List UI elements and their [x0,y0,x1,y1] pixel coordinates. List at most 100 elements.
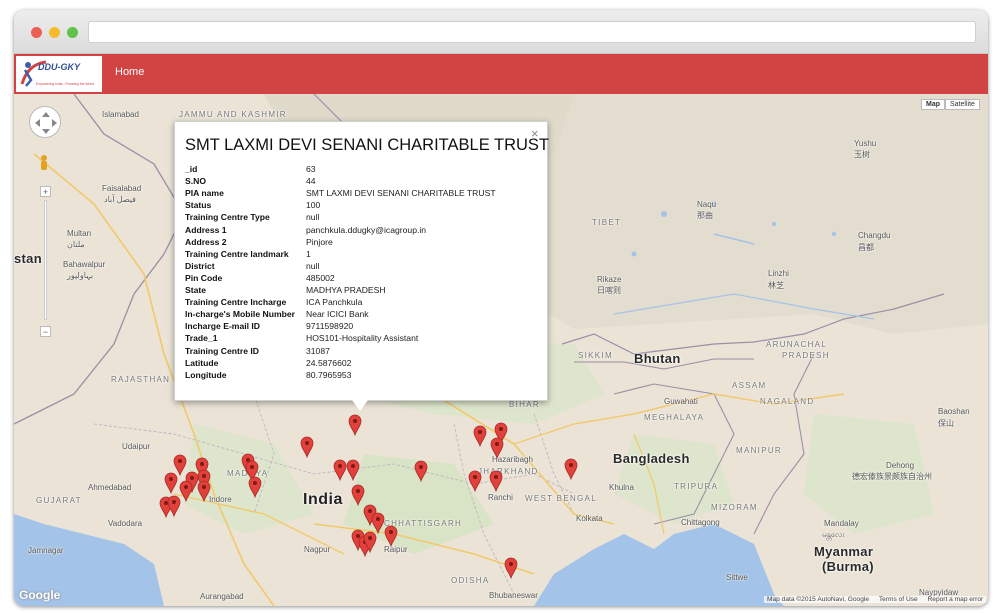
label-udaipur: Udaipur [122,442,151,451]
info-field-row: PIA name SMT LAXMI DEVI SENANI CHARITABLE… [185,187,540,199]
info-field-key: Incharge E-mail ID [185,321,260,332]
map-marker-pin-icon[interactable] [179,480,193,503]
info-field-value: 31087 [306,345,330,356]
map-type-map-button[interactable]: Map [921,99,945,110]
ddu-gky-logo[interactable]: DDU-GKY Empowering India - Powering the … [16,56,102,92]
label-islamabad: Islamabad [102,110,139,119]
map-marker-pin-icon[interactable] [363,531,377,554]
info-field-row: Incharge E-mail ID 9711598920 [185,320,540,332]
info-field-row: State MADHYA PRADESH [185,284,540,296]
map-marker-pin-icon[interactable] [489,470,503,493]
info-field-row: Longitude 80.7965953 [185,369,540,381]
label-bihar: BIHAR [509,400,540,409]
info-field-row: Training Centre landmark 1 [185,248,540,260]
map-marker-pin-icon[interactable] [468,470,482,493]
info-field-key: Pin Code [185,272,223,283]
label-odisha: ODISHA [451,576,490,585]
label-india: India [303,491,343,508]
info-window-pointer [352,400,368,411]
info-field-key: _id [185,164,198,174]
map-marker-pin-icon[interactable] [300,436,314,459]
info-field-row: Address 2 Pinjore [185,236,540,248]
map-marker-pin-icon[interactable] [564,458,578,481]
info-field-key: Address 2 [185,236,227,247]
label-sittwe: Sittwe [726,573,748,582]
zoom-in-button[interactable]: + [40,186,51,197]
label-west-bengal: WEST BENGAL [525,494,597,503]
browser-window: DDU-GKY Empowering India - Powering the … [14,10,988,606]
info-field-row: Latitude 24.5876602 [185,357,540,369]
label-kolkata: Kolkata [576,514,603,523]
google-logo[interactable]: Google [19,588,60,602]
map-marker-pin-icon[interactable] [164,472,178,495]
label-bahawalpur-ur: بہاولپور [67,271,94,280]
map-marker-pin-icon[interactable] [351,484,365,507]
info-field-value: HOS101-Hospitality Assistant [306,333,419,344]
map-marker-pin-icon[interactable] [414,460,428,483]
info-field-row: Status 100 [185,199,540,211]
info-field-value: ICA Panchkula [306,297,363,308]
info-field-value: null [306,260,320,271]
info-field-row: In-charge's Mobile Number Near ICICI Bank [185,308,540,320]
label-linzhi-cn: 林芝 [768,281,784,290]
info-field-key: Training Centre Type [185,212,270,223]
label-myanmar: Myanmar [814,544,874,559]
info-field-value: 9711598920 [306,321,354,332]
close-icon[interactable]: × [531,126,539,141]
map-canvas[interactable]: Islamabad JAMMU AND KASHMIR Faisalabad ف… [14,94,988,606]
label-bhubaneswar: Bhubaneswar [489,591,538,600]
label-rajasthan: RAJASTHAN [111,375,171,384]
map-marker-pin-icon[interactable] [333,459,347,482]
map-marker-pin-icon[interactable] [490,437,504,460]
label-rikaze-cn: 日喀则 [597,286,621,295]
label-ahmedabad: Ahmedabad [88,483,132,492]
terms-link[interactable]: Terms of Use [879,596,918,603]
info-field-row: Trade_1 HOS101-Hospitality Assistant [185,332,540,344]
label-mandalay: Mandalay [824,519,859,528]
map-marker-pin-icon[interactable] [384,525,398,548]
info-field-key: Training Centre ID [185,345,260,356]
map-marker-pin-icon[interactable] [348,414,362,437]
info-field-value: 100 [306,200,321,211]
browser-titlebar [14,10,988,54]
maximize-window-button[interactable] [67,27,78,38]
zoom-slider[interactable] [44,200,47,320]
label-jammu-kashmir: JAMMU AND KASHMIR [179,110,287,119]
info-field-value: Near ICICI Bank [306,309,369,320]
map-marker-pin-icon[interactable] [167,495,181,518]
zoom-out-button[interactable]: − [40,326,51,337]
info-field-value: 63 [306,164,316,174]
info-field-value: panchkula.ddugky@icagroup.in [306,224,427,235]
close-window-button[interactable] [31,27,42,38]
info-window-title: SMT LAXMI DEVI SENANI CHARITABLE TRUST [185,136,549,154]
label-faisalabad-ur: فیصل آباد [104,195,136,204]
address-bar[interactable] [88,21,976,43]
label-tibet: TIBET [592,218,622,227]
label-burma: (Burma) [822,559,874,574]
label-dehong-cn: 德宏傣族景颇族自治州 [852,472,932,481]
nav-home-link[interactable]: Home [115,66,144,78]
label-mizoram: MIZORAM [711,503,758,512]
info-field-key: Address 1 [185,224,227,235]
label-naqu-cn: 那曲 [697,211,713,220]
report-error-link[interactable]: Report a map error [928,596,984,603]
info-field-value: null [306,212,320,223]
map-footer: Map data ©2015 AutoNavi, Google Terms of… [764,596,987,603]
info-window: SMT LAXMI DEVI SENANI CHARITABLE TRUST ×… [174,121,549,401]
info-field-key: State [185,285,207,295]
label-arunachal: ARUNACHAL [766,340,828,349]
map-type-satellite-button[interactable]: Satellite [945,99,980,110]
map-marker-pin-icon[interactable] [346,459,360,482]
label-guwahati: Guwahati [664,397,698,406]
pan-control[interactable] [29,106,61,138]
label-tripura: TRIPURA [674,482,719,491]
map-marker-pin-icon[interactable] [473,425,487,448]
map-marker-pin-icon[interactable] [197,480,211,503]
label-baoshan: Baoshan [938,407,970,416]
minimize-window-button[interactable] [49,27,60,38]
map-marker-pin-icon[interactable] [504,557,518,580]
label-khulna: Khulna [609,483,634,492]
street-view-pegman-icon[interactable] [39,154,49,174]
label-ranchi: Ranchi [488,493,513,502]
map-marker-pin-icon[interactable] [248,476,262,499]
